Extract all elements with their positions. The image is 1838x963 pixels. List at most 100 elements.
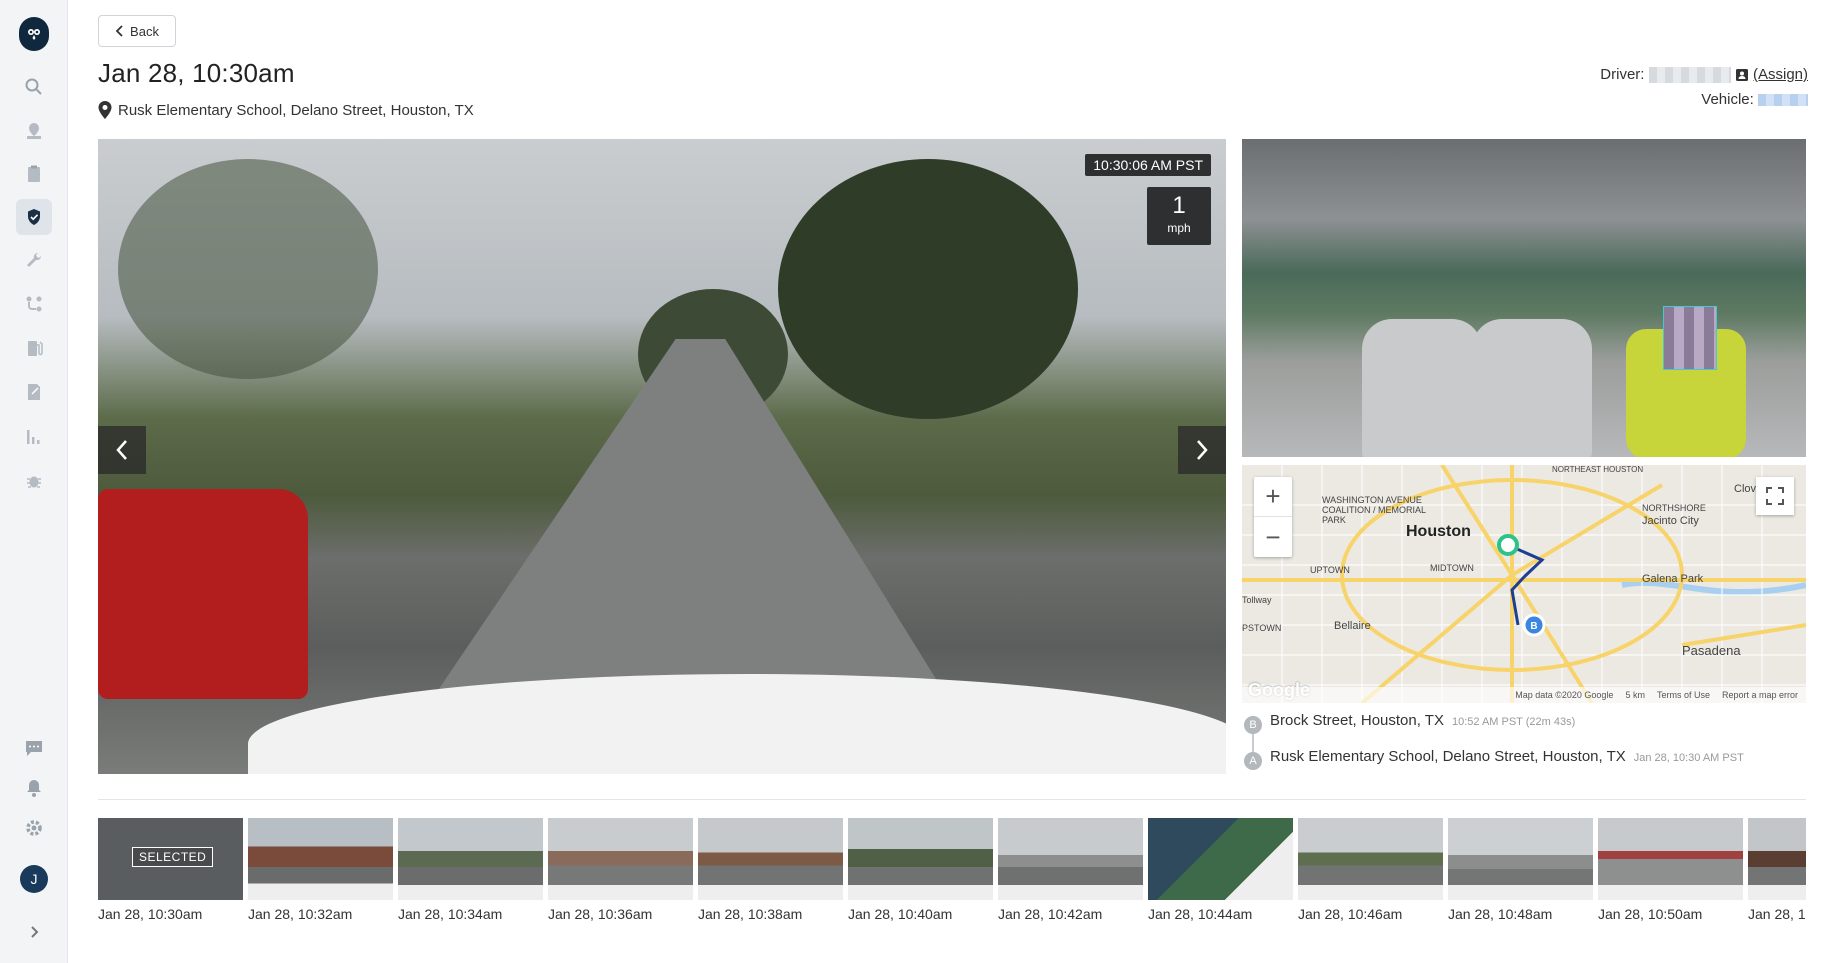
thumbnail-image <box>848 818 993 900</box>
thumbnail-item[interactable]: Jan 28, 1 <box>1748 818 1806 922</box>
map-footer: Map data ©2020 Google 5 km Terms of Use … <box>1242 687 1806 703</box>
thumbnail-label: Jan 28, 10:38am <box>698 906 803 922</box>
inward-camera-video[interactable] <box>1242 139 1806 457</box>
fuel-icon[interactable] <box>20 334 48 362</box>
driver-vehicle-info: Driver: (Assign) Vehicle: <box>1600 62 1808 112</box>
thumbnail-item[interactable]: Jan 28, 10:50am <box>1598 818 1743 922</box>
zoom-in-button[interactable]: + <box>1254 477 1292 517</box>
route-start: A Rusk Elementary School, Delano Street,… <box>1244 748 1744 770</box>
clipboard-icon[interactable] <box>20 160 48 188</box>
driver-name-redacted <box>1648 67 1731 84</box>
thumbnail-label: Jan 28, 10:48am <box>1448 906 1553 922</box>
thumbnail-image <box>1748 818 1806 900</box>
map-label: Pasadena <box>1682 643 1741 658</box>
speed-indicator: 1 mph <box>1147 187 1211 245</box>
wrench-icon[interactable] <box>20 246 48 274</box>
shield-icon[interactable] <box>16 199 52 235</box>
zoom-out-button[interactable]: − <box>1254 517 1292 557</box>
bar-chart-icon[interactable] <box>20 423 48 451</box>
route-badge-a: A <box>1244 752 1262 770</box>
bell-icon[interactable] <box>20 774 48 802</box>
location-text: Rusk Elementary School, Delano Street, H… <box>118 101 474 119</box>
thumbnail-image <box>998 818 1143 900</box>
chevron-left-icon <box>115 25 123 37</box>
map-pin-icon[interactable] <box>20 117 48 145</box>
thumbnail-item[interactable]: Jan 28, 10:36am <box>548 818 693 922</box>
map-label: Bellaire <box>1334 620 1371 632</box>
chevron-right-icon[interactable] <box>20 918 48 946</box>
route-end-place: Brock Street, Houston, TX <box>1270 712 1444 729</box>
route-map[interactable]: B Houston WASHINGTON AVENUE COALITION / … <box>1242 465 1806 703</box>
map-label: UPTOWN <box>1310 565 1350 575</box>
map-marker-icon <box>98 101 112 119</box>
driver-card-icon <box>1735 69 1748 82</box>
chat-icon[interactable] <box>20 734 48 762</box>
map-terms-link[interactable]: Terms of Use <box>1657 690 1710 700</box>
document-icon[interactable] <box>20 378 48 406</box>
thumbnail-label: Jan 28, 10:40am <box>848 906 953 922</box>
chevron-left-icon <box>116 440 127 460</box>
gear-icon[interactable] <box>20 814 48 842</box>
thumbnail-label: Jan 28, 10:42am <box>998 906 1103 922</box>
avatar[interactable]: J <box>20 865 48 893</box>
map-label: NORTHEAST HOUSTON <box>1552 465 1644 474</box>
thumbnail-image <box>698 818 843 900</box>
thumbnail-item[interactable]: Jan 28, 10:38am <box>698 818 843 922</box>
event-location: Rusk Elementary School, Delano Street, H… <box>98 101 474 119</box>
thumbnail-image <box>1448 818 1593 900</box>
divider <box>98 799 1806 800</box>
thumbnail-image <box>1148 818 1293 900</box>
video-red-truck <box>98 489 308 699</box>
search-icon[interactable] <box>20 73 48 101</box>
driver-row: Driver: (Assign) <box>1600 62 1808 87</box>
map-zoom-controls: + − <box>1254 477 1292 557</box>
sidebar: J <box>0 0 68 963</box>
forward-camera-video[interactable]: 10:30:06 AM PST 1 mph <box>98 139 1226 774</box>
route-icon[interactable] <box>20 290 48 318</box>
route-start-place: Rusk Elementary School, Delano Street, H… <box>1270 748 1626 765</box>
thumbnail-item[interactable]: SELECTED Jan 28, 10:30am <box>98 818 243 922</box>
thumbnail-image <box>1298 818 1443 900</box>
route-badge-b: B <box>1244 716 1262 734</box>
page-title: Jan 28, 10:30am <box>98 58 295 88</box>
chevron-right-icon <box>1197 440 1208 460</box>
back-label: Back <box>130 23 159 39</box>
back-button[interactable]: Back <box>98 15 176 47</box>
thumbnail-item[interactable]: Jan 28, 10:40am <box>848 818 993 922</box>
thumbnail-item[interactable]: Jan 28, 10:48am <box>1448 818 1593 922</box>
map-city-houston: Houston <box>1406 523 1471 540</box>
thumbnail-item[interactable]: Jan 28, 10:32am <box>248 818 393 922</box>
assign-driver-link[interactable]: (Assign) <box>1753 66 1808 83</box>
thumbnail-item[interactable]: Jan 28, 10:44am <box>1148 818 1293 922</box>
speed-unit: mph <box>1167 221 1191 235</box>
owl-logo-icon[interactable] <box>19 17 49 51</box>
previous-video-button[interactable] <box>98 426 146 474</box>
thumbnail-label: Jan 28, 1 <box>1748 906 1806 922</box>
thumbnail-image <box>248 818 393 900</box>
thumbnail-label: Jan 28, 10:30am <box>98 906 203 922</box>
map-label: Tollway <box>1242 595 1272 605</box>
thumbnail-label: Jan 28, 10:44am <box>1148 906 1253 922</box>
svg-text:B: B <box>1530 621 1537 632</box>
thumbnail-image <box>1598 818 1743 900</box>
vehicle-row: Vehicle: <box>1600 87 1808 112</box>
thumbnail-item[interactable]: Jan 28, 10:46am <box>1298 818 1443 922</box>
vehicle-name-redacted[interactable] <box>1758 94 1808 107</box>
cabin-seat <box>1362 319 1482 457</box>
map-label: PSTOWN <box>1242 623 1282 633</box>
thumbnail-label: Jan 28, 10:34am <box>398 906 503 922</box>
thumbnail-item[interactable]: Jan 28, 10:34am <box>398 818 543 922</box>
thumbnail-label: Jan 28, 10:46am <box>1298 906 1403 922</box>
video-hood <box>248 674 1226 774</box>
bug-icon[interactable] <box>20 467 48 495</box>
map-report-link[interactable]: Report a map error <box>1722 690 1798 700</box>
thumbnail-image <box>548 818 693 900</box>
speed-value: 1 <box>1172 192 1186 219</box>
thumbnail-image <box>398 818 543 900</box>
fullscreen-button[interactable] <box>1756 477 1794 515</box>
thumbnail-item[interactable]: Jan 28, 10:42am <box>998 818 1143 922</box>
next-video-button[interactable] <box>1178 426 1226 474</box>
map-label: MIDTOWN <box>1430 563 1474 573</box>
map-label: Clov <box>1734 483 1757 495</box>
route-start-meta: Jan 28, 10:30 AM PST <box>1633 752 1744 764</box>
